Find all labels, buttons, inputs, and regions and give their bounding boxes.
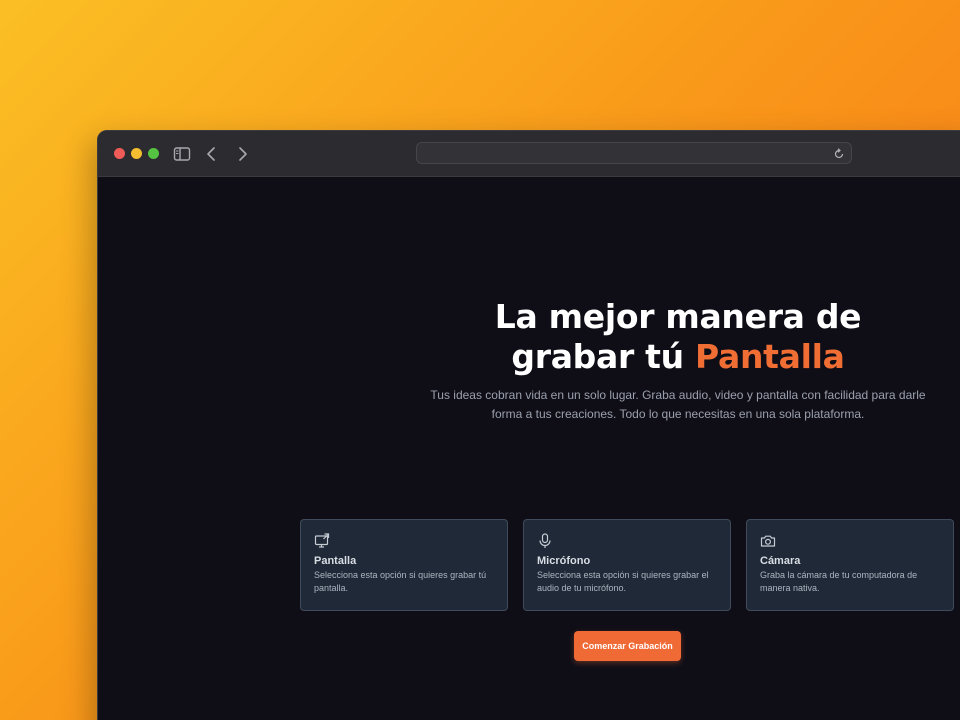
back-arrow-icon[interactable] [202, 144, 222, 164]
close-window-button[interactable] [114, 148, 125, 159]
hero-title: La mejor manera de grabar tú Pantalla [340, 297, 960, 377]
start-recording-button[interactable]: Comenzar Grabación [574, 631, 681, 661]
hero-subtitle: Tus ideas cobran vida en un solo lugar. … [380, 386, 960, 424]
browser-window: La mejor manera de grabar tú Pantalla Tu… [97, 130, 960, 720]
hero-subtitle-line2: forma a tus creaciones. Todo lo que nece… [491, 407, 865, 421]
option-description: Selecciona esta opción si quieres grabar… [314, 570, 487, 593]
option-title: Pantalla [314, 555, 357, 567]
screen-share-icon [314, 533, 330, 549]
microphone-icon [537, 533, 553, 549]
address-bar[interactable] [416, 142, 852, 164]
reload-icon[interactable] [832, 146, 846, 160]
option-title: Micrófono [537, 555, 591, 567]
hero-subtitle-line1: Tus ideas cobran vida en un solo lugar. … [430, 388, 926, 402]
option-card-microfono[interactable]: Micrófono Selecciona esta opción si quie… [523, 519, 731, 611]
camera-icon [760, 533, 776, 549]
hero-title-line1: La mejor manera de [494, 297, 862, 336]
option-title: Cámara [760, 555, 801, 567]
forward-arrow-icon[interactable] [232, 144, 252, 164]
option-description: Selecciona esta opción si quieres grabar… [537, 570, 709, 593]
option-description: Graba la cámara de tu computadora de man… [760, 570, 918, 593]
browser-titlebar [98, 131, 960, 177]
minimize-window-button[interactable] [131, 148, 142, 159]
maximize-window-button[interactable] [148, 148, 159, 159]
hero-title-accent: Pantalla [694, 337, 845, 376]
option-card-pantalla[interactable]: Pantalla Selecciona esta opción si quier… [300, 519, 508, 611]
sidebar-toggle-icon[interactable] [172, 144, 192, 164]
hero-title-line2: grabar tú [511, 337, 695, 376]
option-card-camara[interactable]: Cámara Graba la cámara de tu computadora… [746, 519, 954, 611]
